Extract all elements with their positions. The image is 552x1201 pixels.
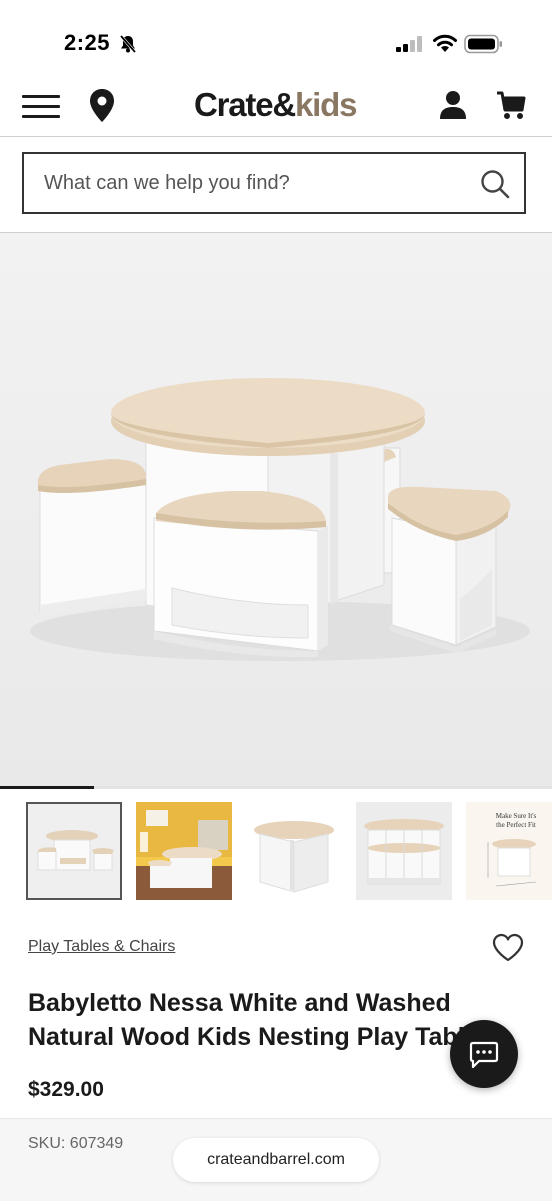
account-icon[interactable] [439, 90, 467, 120]
product-hero-image[interactable] [0, 233, 552, 787]
logo-crate-text: Crate [194, 86, 274, 123]
thumbnail-2[interactable] [136, 802, 232, 900]
thumbnail-1[interactable] [26, 802, 122, 900]
chat-bubble-icon [469, 1041, 499, 1069]
search-section [0, 137, 552, 233]
search-icon[interactable] [480, 169, 510, 199]
thumbnail-3[interactable] [246, 802, 342, 900]
logo-ampersand: & [272, 86, 296, 123]
thumb5-caption-1: Make Sure It's [496, 812, 537, 820]
thumbnail-5[interactable]: Make Sure It's the Perfect Fit [466, 802, 552, 900]
thumbnail-4[interactable] [356, 802, 452, 900]
menu-icon[interactable] [22, 93, 60, 121]
nesting-play-table-illustration [30, 378, 530, 661]
gallery-thumbnails: Make Sure It's the Perfect Fit [0, 802, 552, 902]
search-input[interactable] [44, 168, 464, 198]
silent-bell-icon [119, 35, 137, 53]
battery-icon [464, 34, 502, 54]
browser-bottom-bar: SKU: 607349 crateandbarrel.com [0, 1118, 552, 1201]
site-header: Crate&kids [0, 80, 552, 137]
search-box[interactable] [22, 152, 526, 214]
brand-logo[interactable]: Crate&kids [194, 86, 357, 124]
signal-icon [396, 36, 422, 52]
cart-icon[interactable] [496, 90, 526, 122]
wifi-icon [433, 34, 457, 52]
thumb5-caption-2: the Perfect Fit [496, 821, 536, 829]
chat-button[interactable] [450, 1020, 518, 1088]
heart-icon[interactable] [492, 933, 524, 963]
logo-kids-text: kids [295, 86, 357, 123]
browser-url-pill[interactable]: crateandbarrel.com [173, 1138, 379, 1182]
product-sku: SKU: 607349 [28, 1135, 124, 1152]
product-price: $329.00 [28, 1078, 104, 1101]
status-bar: 2:25 [0, 0, 552, 80]
gallery-progress-bar [0, 786, 552, 789]
category-link[interactable]: Play Tables & Chairs [28, 938, 175, 956]
gallery-progress-fill [0, 786, 94, 789]
status-time: 2:25 [64, 30, 111, 55]
location-pin-icon[interactable] [88, 88, 116, 124]
